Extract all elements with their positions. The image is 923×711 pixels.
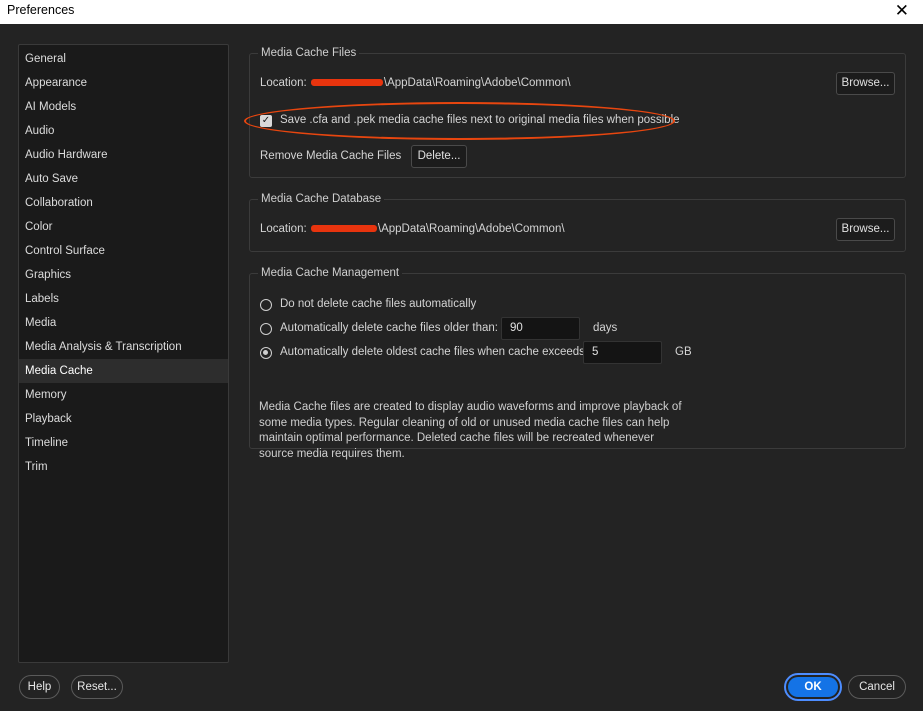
cache-database-location-row: Location: \AppData\Roaming\Adobe\Common\ [260,223,565,235]
sidebar-item-labels[interactable]: Labels [19,287,228,311]
save-next-to-media-checkbox[interactable]: ✓ [260,115,272,127]
sidebar-item-media[interactable]: Media [19,311,228,335]
group-legend: Media Cache Management [258,266,403,280]
window-title: Preferences [7,3,75,17]
title-bar: Preferences ✕ [0,0,923,24]
redaction-mark [310,225,377,233]
cache-database-location-path: \AppData\Roaming\Adobe\Common\ [377,223,565,235]
media-cache-management-group: Media Cache Management Do not delete cac… [249,266,906,460]
radio-delete-older-than[interactable] [260,323,272,335]
radio-no-auto-delete[interactable] [260,299,272,311]
close-icon[interactable]: ✕ [895,1,909,21]
save-next-to-media-label: Save .cfa and .pek media cache files nex… [280,114,680,126]
days-unit-label: days [593,322,618,334]
cancel-button[interactable]: Cancel [848,675,906,699]
location-label: Location: [260,223,307,235]
redaction-mark [310,79,383,87]
sidebar-item-appearance[interactable]: Appearance [19,71,228,95]
radio-delete-when-exceeds-label: Automatically delete oldest cache files … [280,346,589,358]
sidebar-item-trim[interactable]: Trim [19,455,228,479]
sidebar-item-ai-models[interactable]: AI Models [19,95,228,119]
cache-files-location-row: Location: \AppData\Roaming\Adobe\Common\ [260,77,571,89]
sidebar-item-auto-save[interactable]: Auto Save [19,167,228,191]
sidebar-item-audio-hardware[interactable]: Audio Hardware [19,143,228,167]
sidebar-item-general[interactable]: General [19,47,228,71]
cache-files-browse-button[interactable]: Browse... [836,72,895,95]
cache-description-text: Media Cache files are created to display… [259,401,682,460]
ok-button[interactable]: OK [784,673,842,701]
sidebar-item-timeline[interactable]: Timeline [19,431,228,455]
cache-size-limit-input[interactable]: 5 [583,341,662,364]
sidebar-item-control-surface[interactable]: Control Surface [19,239,228,263]
location-label: Location: [260,77,307,89]
radio-delete-older-than-label: Automatically delete cache files older t… [280,322,498,334]
sidebar-item-graphics[interactable]: Graphics [19,263,228,287]
older-than-days-input[interactable]: 90 [501,317,580,340]
cache-database-browse-button[interactable]: Browse... [836,218,895,241]
sidebar-item-memory[interactable]: Memory [19,383,228,407]
group-legend: Media Cache Database [258,192,385,206]
media-cache-database-group: Media Cache Database Location: \AppData\… [249,192,906,252]
remove-cache-label: Remove Media Cache Files [260,150,402,162]
sidebar-item-audio[interactable]: Audio [19,119,228,143]
ok-button-label: OK [788,677,838,697]
sidebar-item-collaboration[interactable]: Collaboration [19,191,228,215]
media-cache-files-group: Media Cache Files Location: \AppData\Roa… [249,46,906,178]
sidebar-item-media-cache[interactable]: Media Cache [19,359,228,383]
reset-button[interactable]: Reset... [71,675,123,699]
cache-files-location-path: \AppData\Roaming\Adobe\Common\ [383,77,571,89]
sidebar-item-playback[interactable]: Playback [19,407,228,431]
preferences-category-list: General Appearance AI Models Audio Audio… [18,44,229,663]
gb-unit-label: GB [675,346,692,358]
group-legend: Media Cache Files [258,46,360,60]
radio-delete-when-exceeds[interactable] [260,347,272,359]
radio-no-auto-delete-label: Do not delete cache files automatically [280,298,477,310]
help-button[interactable]: Help [19,675,60,699]
delete-cache-button[interactable]: Delete... [411,145,467,168]
sidebar-item-media-analysis[interactable]: Media Analysis & Transcription [19,335,228,359]
sidebar-item-color[interactable]: Color [19,215,228,239]
